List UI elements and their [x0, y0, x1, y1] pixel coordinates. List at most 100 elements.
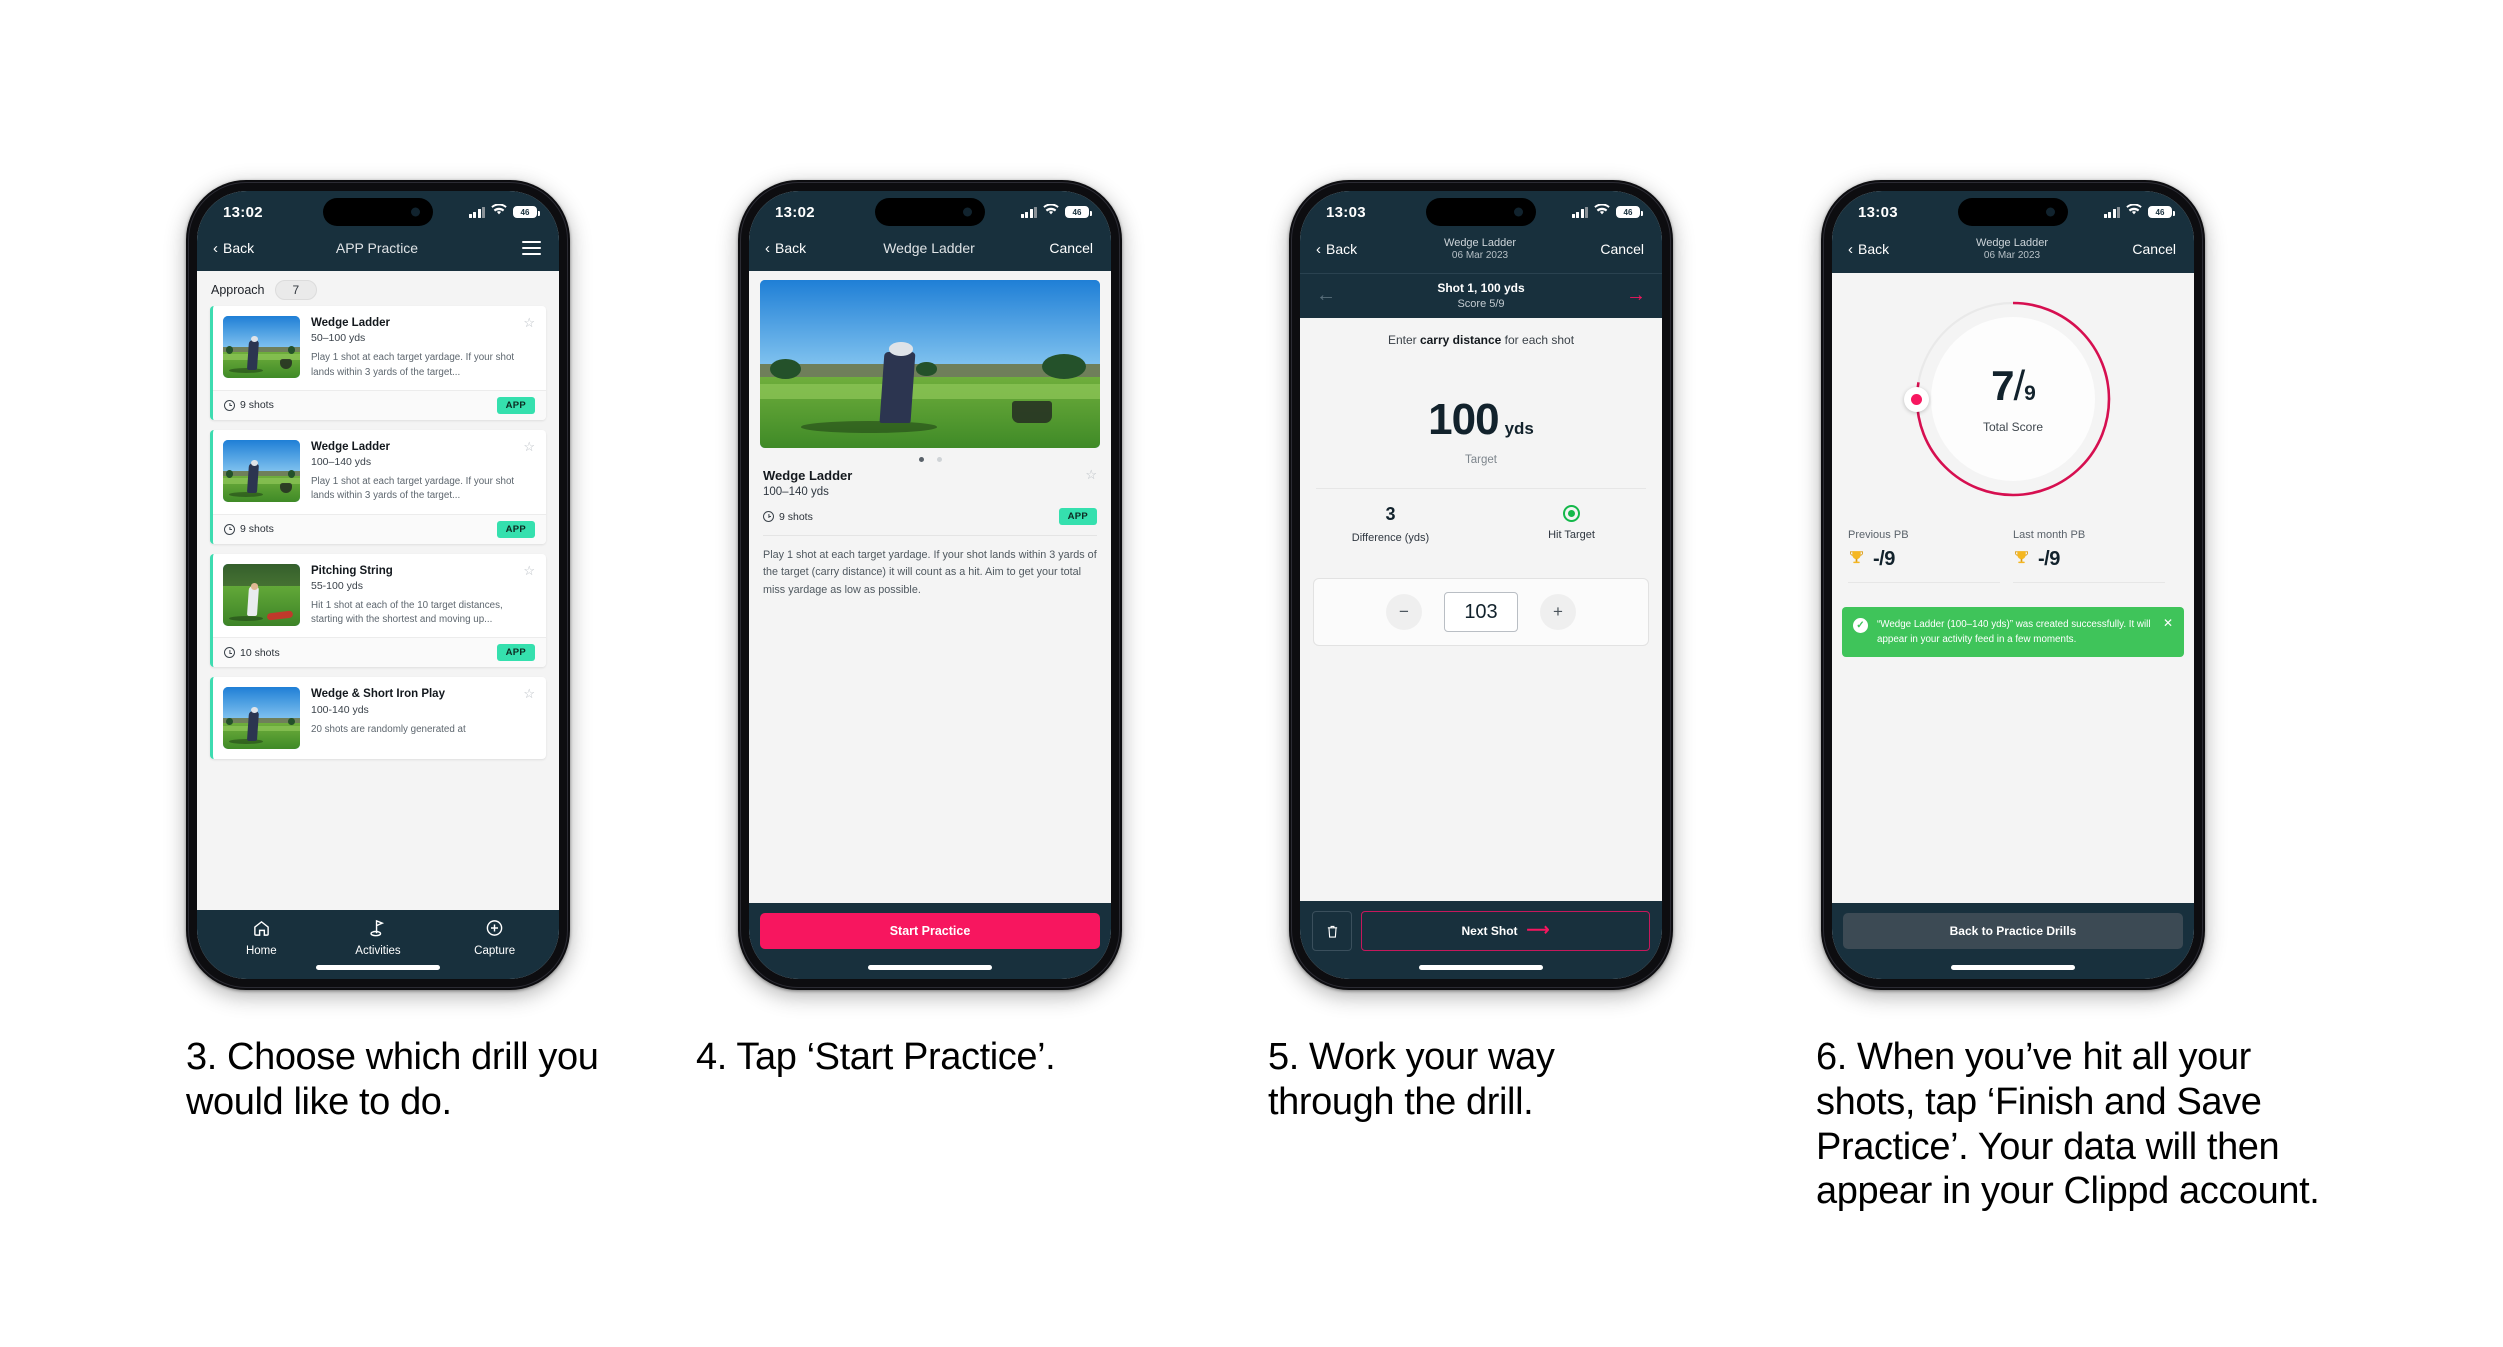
success-toast: ✓ “Wedge Ladder (100–140 yds)” was creat… [1842, 607, 2184, 658]
drill-yardage: 100–140 yds [311, 456, 372, 469]
drill-list[interactable]: Approach 7 Wedge Ladder 50–100 yds ☆ Pla… [197, 271, 559, 910]
cancel-label: Cancel [2132, 241, 2176, 257]
star-outline-icon[interactable]: ☆ [523, 316, 535, 329]
target-value: 100 [1428, 395, 1499, 444]
shot-title: Shot 1, 100 yds [1437, 281, 1525, 295]
star-outline-icon[interactable]: ☆ [1085, 468, 1097, 481]
cta-container: Back to Practice Drills [1832, 903, 2194, 959]
cancel-button[interactable]: Cancel [2114, 241, 2176, 257]
back-label: Back [1326, 241, 1358, 257]
plus-circle-icon [485, 919, 504, 942]
last-month-pb-label: Last month PB [2013, 529, 2086, 541]
status-bar: 13:03 46 [1832, 191, 2194, 233]
arrow-right-icon[interactable]: → [1626, 285, 1646, 305]
cancel-button[interactable]: Cancel [1582, 241, 1644, 257]
divider [763, 535, 1097, 536]
total-score-value: 7/9 [1991, 361, 2036, 409]
next-shot-button[interactable]: Next Shot ⟶ [1361, 911, 1650, 951]
nav-bar: ‹ Back Wedge Ladder 06 Mar 2023 Cancel [1300, 233, 1662, 273]
home-indicator [197, 959, 559, 979]
next-shot-label: Next Shot [1461, 924, 1518, 938]
battery-icon: 46 [2148, 206, 2175, 218]
clock-icon [763, 511, 774, 522]
back-button[interactable]: ‹ Back [1316, 241, 1378, 257]
trash-icon[interactable] [1312, 911, 1352, 951]
back-button[interactable]: ‹ Back [765, 240, 827, 256]
drill-detail: Wedge Ladder 100–140 yds ☆ 9 shots APP P [749, 271, 1111, 903]
drill-yardage: 55-100 yds [311, 579, 363, 592]
tab-home[interactable]: Home [204, 919, 320, 957]
caption-step-5: 5. Work your way through the drill. [1268, 1036, 1555, 1123]
golf-flag-icon [368, 919, 387, 942]
caption-step-3: 3. Choose which drill you would like to … [186, 1036, 599, 1123]
filter-label: Approach [211, 283, 265, 297]
home-indicator [1300, 959, 1662, 979]
total-score-label: Total Score [1982, 419, 2044, 434]
list-item[interactable]: Wedge Ladder 100–140 yds ☆ Play 1 shot a… [210, 429, 546, 544]
back-label: Back [775, 240, 807, 256]
difference-value: 3 [1385, 504, 1396, 524]
tab-label: Capture [474, 945, 516, 957]
back-button[interactable]: ‹ Back [213, 240, 275, 256]
drill-description: Hit 1 shot at each of the 10 target dist… [311, 599, 503, 626]
cta-container: Start Practice [749, 903, 1111, 959]
increment-button[interactable]: + [1540, 594, 1576, 630]
drill-description: Play 1 shot at each target yardage. If y… [763, 549, 1097, 596]
tab-activities[interactable]: Activities [320, 919, 436, 957]
arrow-right-icon: ⟶ [1526, 922, 1550, 939]
entry-prompt: Enter carry distance for each shot [1387, 333, 1575, 347]
star-outline-icon[interactable]: ☆ [523, 440, 535, 453]
shot-count: 9 shots [224, 399, 274, 411]
caption-step-6: 6. When you’ve hit all your shots, tap ‘… [1816, 1036, 2320, 1213]
star-outline-icon[interactable]: ☆ [523, 564, 535, 577]
drill-yardage: 50–100 yds [311, 332, 366, 345]
personal-best-row: Previous PB -/9 Last month PB -/9 [1848, 529, 2178, 583]
carry-distance-input[interactable]: 103 [1444, 592, 1518, 632]
start-practice-button[interactable]: Start Practice [760, 913, 1100, 949]
cancel-button[interactable]: Cancel [1031, 240, 1093, 256]
trophy-icon [2013, 549, 2030, 571]
status-badge: APP [1058, 508, 1097, 525]
tab-capture[interactable]: Capture [437, 919, 553, 957]
drill-title: Wedge Ladder [763, 468, 853, 483]
drill-thumbnail [223, 563, 300, 626]
status-badge: APP [496, 396, 535, 414]
quantity-stepper[interactable]: − 103 + [1313, 578, 1649, 646]
dynamic-island [1426, 198, 1536, 226]
filter-count-badge[interactable]: 7 [274, 280, 318, 300]
chevron-left-icon: ‹ [213, 239, 218, 257]
nav-bar: ‹ Back Wedge Ladder Cancel [749, 233, 1111, 271]
divider [1316, 488, 1646, 489]
menu-button[interactable] [479, 241, 541, 255]
star-outline-icon[interactable]: ☆ [523, 687, 535, 700]
back-to-practice-drills-button[interactable]: Back to Practice Drills [1843, 913, 2183, 949]
previous-pb: Previous PB -/9 [1848, 529, 2013, 583]
previous-pb-value: -/9 [1873, 548, 1895, 570]
chevron-left-icon: ‹ [765, 239, 770, 257]
nav-bar: ‹ Back APP Practice [197, 233, 559, 271]
page-subtitle: 06 Mar 2023 [1983, 250, 2041, 261]
arrow-left-icon[interactable]: ← [1316, 285, 1336, 305]
page-subtitle: 06 Mar 2023 [1451, 250, 1509, 261]
list-item[interactable]: Wedge & Short Iron Play 100-140 yds ☆ 20… [210, 677, 546, 760]
status-bar: 13:02 46 [197, 191, 559, 233]
target-display: 100 yds Target [1300, 395, 1662, 466]
chevron-left-icon: ‹ [1316, 240, 1321, 258]
hamburger-icon [522, 241, 541, 255]
decrement-button[interactable]: − [1386, 594, 1422, 630]
phone-mockup-step-3: 13:02 46 ‹ Back APP Practice Approach 7 … [186, 180, 570, 990]
close-icon[interactable]: ✕ [2163, 617, 2173, 647]
list-item[interactable]: Pitching String 55-100 yds ☆ Hit 1 shot … [210, 553, 546, 668]
carousel-dots[interactable] [749, 448, 1111, 468]
cellular-signal-icon [468, 206, 485, 218]
drill-yardage: 100–140 yds [763, 486, 829, 498]
shot-entry-panel: Enter carry distance for each shot 100 yd… [1300, 318, 1662, 901]
back-button[interactable]: ‹ Back [1848, 241, 1910, 257]
shot-stats: 3 Difference (yds) Hit Target [1300, 504, 1662, 544]
drill-yardage: 100-140 yds [311, 703, 369, 716]
target-caption: Target [1465, 454, 1497, 466]
drill-description: Play 1 shot at each target yardage. If y… [311, 476, 515, 502]
cancel-label: Cancel [1049, 240, 1093, 256]
list-item[interactable]: Wedge Ladder 50–100 yds ☆ Play 1 shot at… [210, 306, 546, 420]
status-time: 13:03 [1858, 203, 1898, 221]
